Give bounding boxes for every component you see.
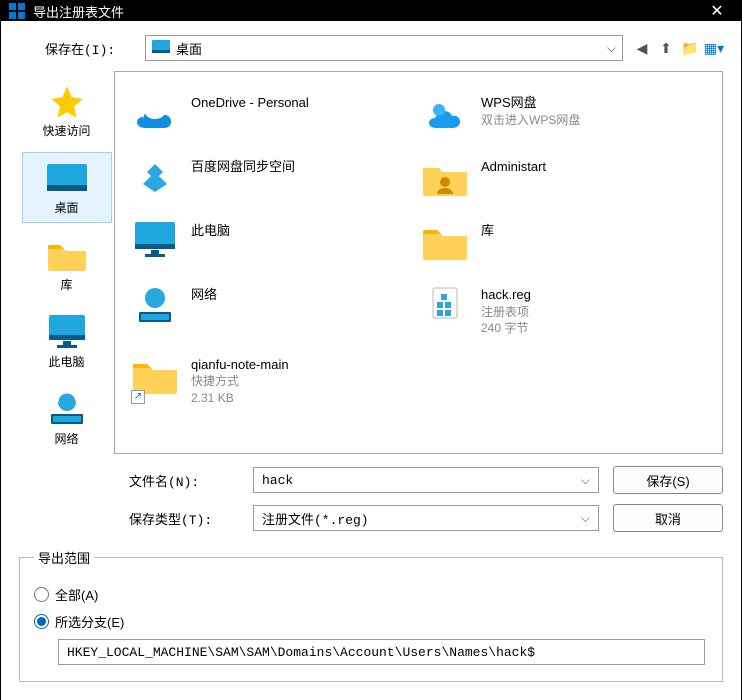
onedrive-icon (131, 90, 179, 138)
close-button[interactable]: ✕ (701, 1, 733, 21)
network-icon (45, 390, 89, 430)
network-icon (131, 282, 179, 330)
star-icon (45, 82, 89, 122)
cancel-button[interactable]: 取消 (613, 504, 723, 532)
list-item[interactable]: 网络 (125, 278, 415, 340)
middle-area: 快速访问 桌面 库 此 (19, 71, 723, 454)
filetype-label: 保存类型(T): (129, 509, 239, 528)
monitor-icon (45, 313, 89, 353)
back-icon[interactable]: ◀ (633, 39, 651, 57)
location-combo[interactable]: 桌面 ⌵ (145, 35, 623, 61)
file-list[interactable]: OneDrive - Personal WPS网盘双击进入WPS网盘 百度网盘同… (114, 71, 723, 454)
file-sub: 240 字节 (481, 320, 531, 336)
file-sub: 双击进入WPS网盘 (481, 112, 580, 128)
file-name: hack.reg (481, 286, 531, 304)
chevron-down-icon: ⌵ (607, 41, 616, 56)
file-name: 库 (481, 222, 494, 240)
registry-file-icon (421, 282, 469, 330)
app-icon (9, 3, 25, 19)
location-name: 桌面 (176, 39, 202, 58)
view-menu-icon[interactable]: ▦▾ (705, 39, 723, 57)
file-name: Administart (481, 158, 546, 176)
branch-path-input[interactable] (58, 639, 705, 665)
file-name: 网络 (191, 286, 217, 304)
list-item[interactable]: 库 (415, 214, 705, 270)
list-item[interactable]: OneDrive - Personal (125, 86, 415, 142)
chevron-down-icon: ⌵ (581, 511, 590, 526)
file-name: 此电脑 (191, 222, 230, 240)
export-range-legend: 导出范围 (34, 548, 94, 567)
titlebar: 导出注册表文件 ✕ (1, 1, 741, 21)
chevron-down-icon: ⌵ (581, 473, 590, 488)
sidebar-item-libraries[interactable]: 库 (22, 229, 112, 300)
list-item[interactable]: WPS网盘双击进入WPS网盘 (415, 86, 705, 142)
list-item[interactable]: ↗ qianfu-note-main快捷方式2.31 KB (125, 348, 415, 410)
sidebar-item-label: 库 (60, 276, 72, 293)
list-item[interactable]: 百度网盘同步空间 (125, 150, 415, 206)
filename-input[interactable]: hack⌵ (253, 467, 599, 493)
radio-all[interactable]: 全部(A) (34, 585, 708, 604)
baidu-cloud-icon (131, 154, 179, 202)
monitor-icon (131, 218, 179, 266)
shortcut-folder-icon: ↗ (131, 352, 179, 400)
radio-all-label: 全部(A) (55, 585, 98, 604)
radio-branch-input[interactable] (34, 614, 49, 629)
wps-cloud-icon (421, 90, 469, 138)
new-folder-icon[interactable]: 📁 (681, 39, 699, 57)
save-in-label: 保存在(I): (45, 39, 135, 58)
file-name: OneDrive - Personal (191, 94, 309, 112)
file-name: qianfu-note-main (191, 356, 289, 374)
location-row: 保存在(I): 桌面 ⌵ ◀ ⬆ 📁 ▦▾ (45, 35, 723, 61)
folder-icon (45, 236, 89, 276)
places-sidebar: 快速访问 桌面 库 此 (19, 71, 114, 454)
file-sub: 2.31 KB (191, 390, 289, 406)
sidebar-item-network[interactable]: 网络 (22, 383, 112, 454)
file-name: WPS网盘 (481, 94, 580, 112)
sidebar-item-this-pc[interactable]: 此电脑 (22, 306, 112, 377)
dialog-body: 保存在(I): 桌面 ⌵ ◀ ⬆ 📁 ▦▾ (1, 21, 741, 700)
list-item[interactable]: Administart (415, 150, 705, 206)
radio-branch[interactable]: 所选分支(E) (34, 612, 708, 631)
sidebar-item-desktop[interactable]: 桌面 (22, 152, 112, 223)
folder-icon (421, 218, 469, 266)
export-range-group: 导出范围 全部(A) 所选分支(E) (19, 548, 723, 682)
filename-label: 文件名(N): (129, 471, 239, 490)
desktop-icon (152, 40, 170, 57)
sidebar-item-quick-access[interactable]: 快速访问 (22, 75, 112, 146)
desktop-icon (45, 159, 89, 199)
list-item[interactable]: 此电脑 (125, 214, 415, 270)
sidebar-item-label: 此电脑 (48, 353, 84, 370)
list-item[interactable]: hack.reg注册表项240 字节 (415, 278, 705, 340)
file-sub: 快捷方式 (191, 373, 289, 389)
sidebar-item-label: 网络 (54, 430, 78, 447)
window-title: 导出注册表文件 (33, 2, 124, 21)
filename-row: 文件名(N): hack⌵ 保存(S) 保存类型(T): 注册文件(*.reg)… (129, 466, 723, 532)
sidebar-item-label: 快速访问 (42, 122, 90, 139)
up-icon[interactable]: ⬆ (657, 39, 675, 57)
radio-branch-label: 所选分支(E) (55, 612, 124, 631)
filetype-combo[interactable]: 注册文件(*.reg)⌵ (253, 505, 599, 531)
file-name: 百度网盘同步空间 (191, 158, 295, 176)
user-folder-icon (421, 154, 469, 202)
sidebar-item-label: 桌面 (54, 199, 78, 216)
file-sub: 注册表项 (481, 304, 531, 320)
export-registry-dialog: 导出注册表文件 ✕ 保存在(I): 桌面 ⌵ ◀ ⬆ 📁 ▦▾ (0, 0, 742, 686)
toolbar-icons: ◀ ⬆ 📁 ▦▾ (633, 39, 723, 57)
save-button[interactable]: 保存(S) (613, 466, 723, 494)
radio-all-input[interactable] (34, 587, 49, 602)
